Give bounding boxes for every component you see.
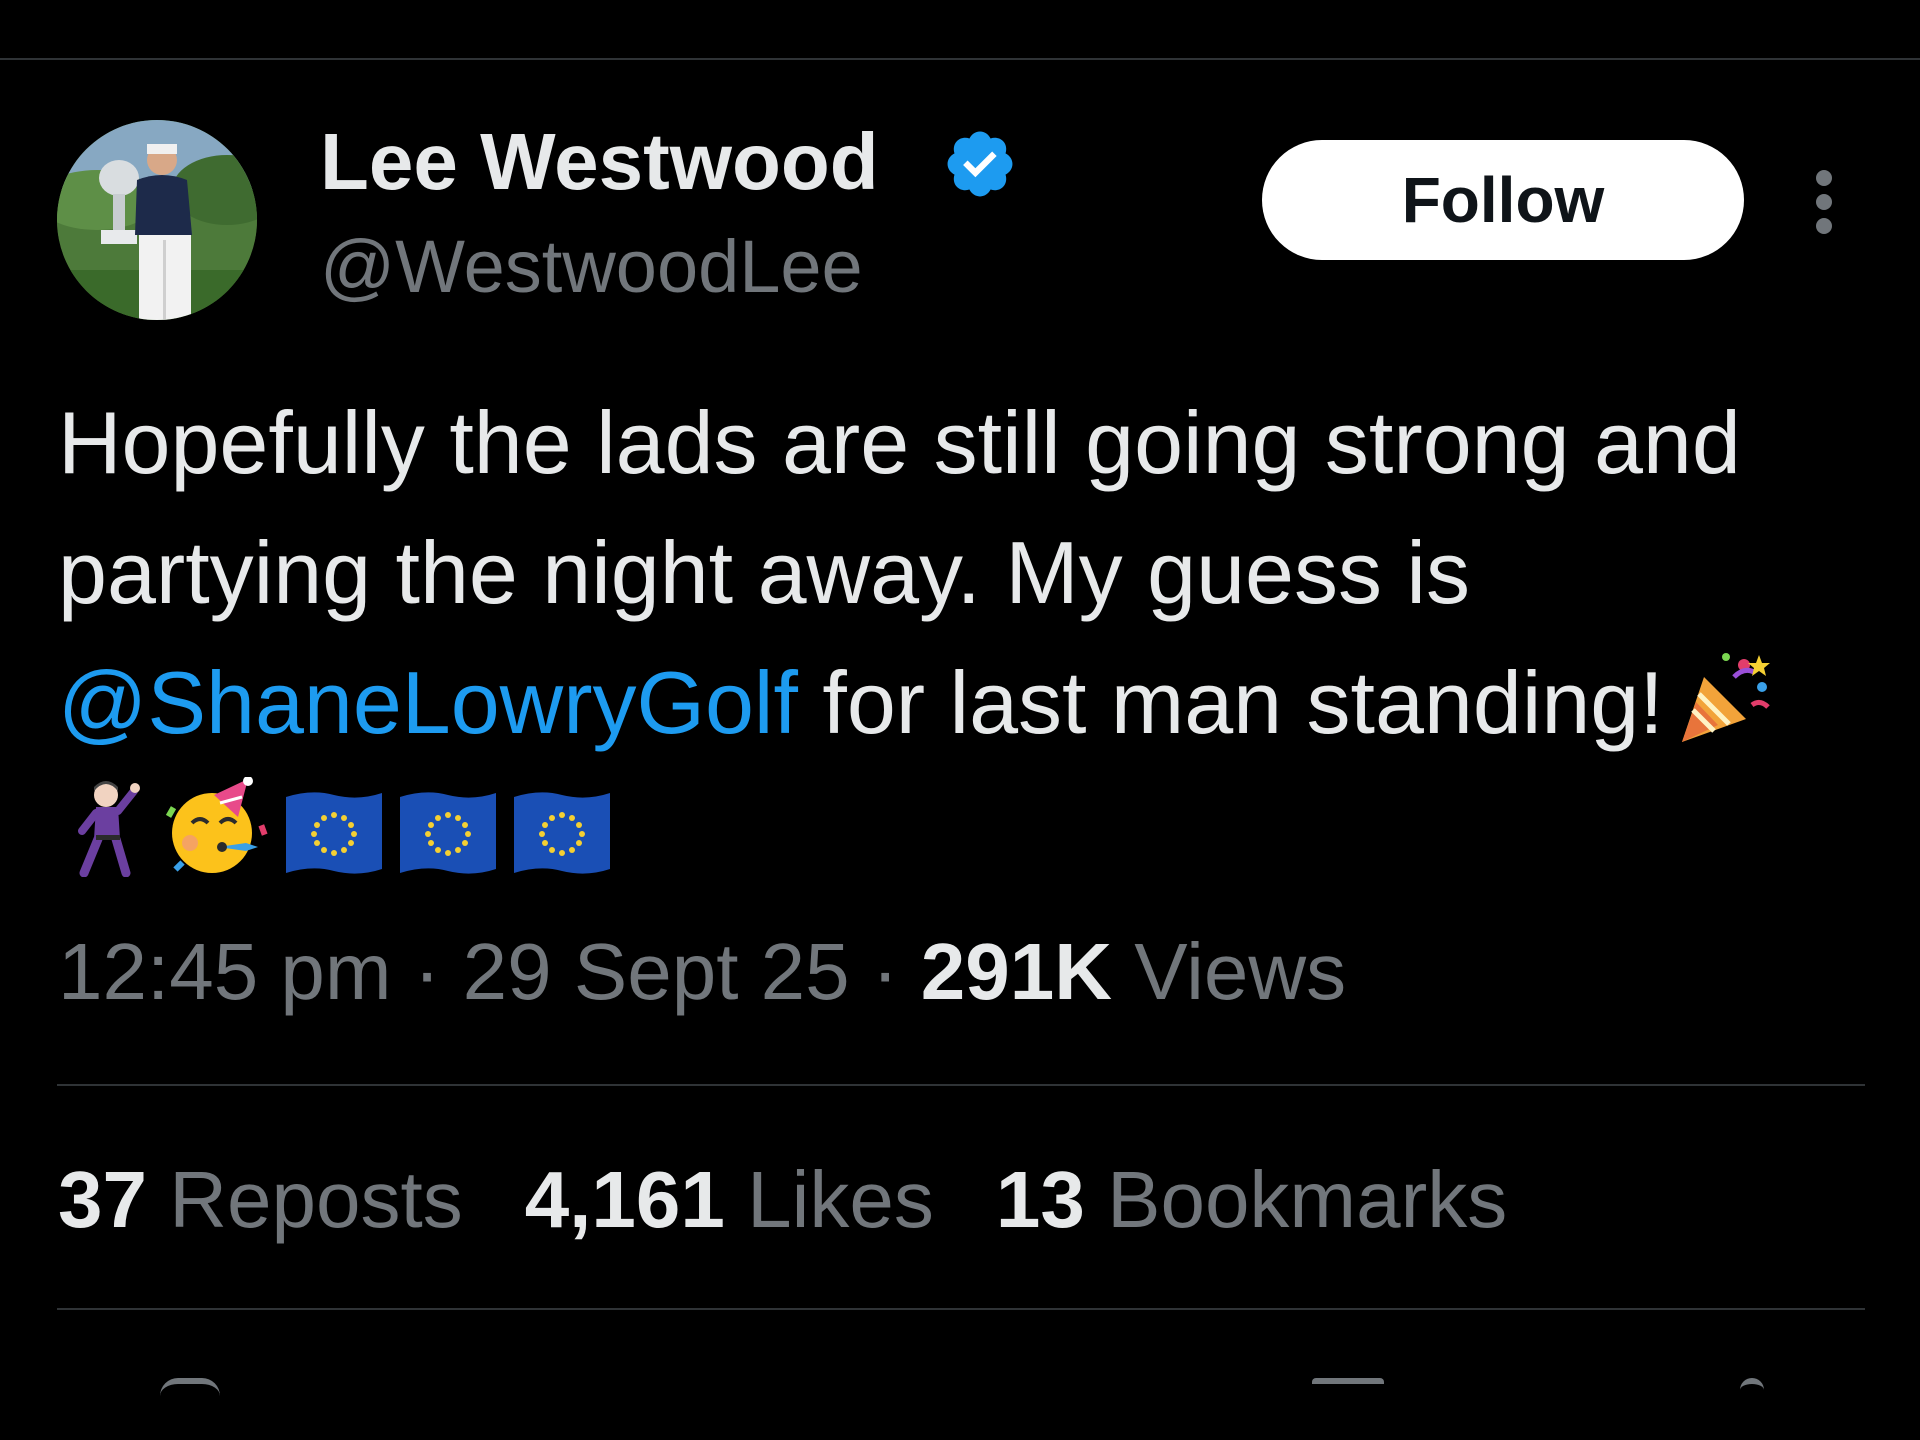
party-popper-emoji xyxy=(1674,647,1774,747)
likes-stat[interactable]: 4,161 Likes xyxy=(525,1150,934,1250)
man-dancing-emoji xyxy=(68,777,152,877)
likes-label: Likes xyxy=(724,1155,934,1244)
partying-face-emoji xyxy=(162,777,272,877)
meta-separator: · xyxy=(849,927,921,1016)
bookmark-icon[interactable] xyxy=(1312,1378,1384,1402)
eu-flag-emoji xyxy=(510,787,614,877)
verified-check-icon[interactable] xyxy=(942,126,1018,202)
tweet-time[interactable]: 12:45 pm xyxy=(58,927,392,1016)
eu-flag-emoji xyxy=(396,787,500,877)
tweet-text-start: Hopefully the lads are still going stron… xyxy=(58,393,1741,622)
likes-count: 4,161 xyxy=(524,1155,725,1244)
reposts-count: 37 xyxy=(58,1155,147,1244)
tweet-text: Hopefully the lads are still going stron… xyxy=(58,378,1858,898)
mention-link[interactable]: @ShaneLowryGolf xyxy=(58,653,798,752)
engagement-stats: 37 Reposts 4,161 Likes 13 Bookmarks xyxy=(58,1150,1569,1250)
reposts-stat[interactable]: 37 Reposts xyxy=(58,1150,463,1250)
reposts-label: Reposts xyxy=(146,1155,463,1244)
tweet-text-end: for last man standing! xyxy=(797,653,1664,752)
follow-button[interactable]: Follow xyxy=(1262,140,1744,260)
avatar[interactable] xyxy=(57,120,257,320)
views-label: Views xyxy=(1112,927,1347,1016)
author-name[interactable]: Lee Westwood xyxy=(320,116,879,208)
views-count: 291K xyxy=(920,927,1112,1016)
bookmarks-label: Bookmarks xyxy=(1084,1155,1508,1244)
tweet-date[interactable]: 29 Sept 25 xyxy=(463,927,850,1016)
eu-flag-emoji xyxy=(282,787,386,877)
tweet-meta: 12:45 pm · 29 Sept 25 · 291K Views xyxy=(58,922,1346,1022)
more-vertical-icon[interactable] xyxy=(1800,166,1848,238)
bookmarks-count: 13 xyxy=(995,1155,1085,1244)
reply-icon[interactable] xyxy=(160,1378,220,1402)
bookmarks-stat[interactable]: 13 Bookmarks xyxy=(996,1150,1507,1250)
avatar-photo xyxy=(57,120,257,320)
divider xyxy=(57,1308,1865,1310)
meta-separator: · xyxy=(391,927,463,1016)
divider xyxy=(57,1084,1865,1086)
author-handle[interactable]: @WestwoodLee xyxy=(320,222,863,312)
top-divider xyxy=(0,58,1920,60)
share-icon[interactable] xyxy=(1740,1378,1764,1402)
